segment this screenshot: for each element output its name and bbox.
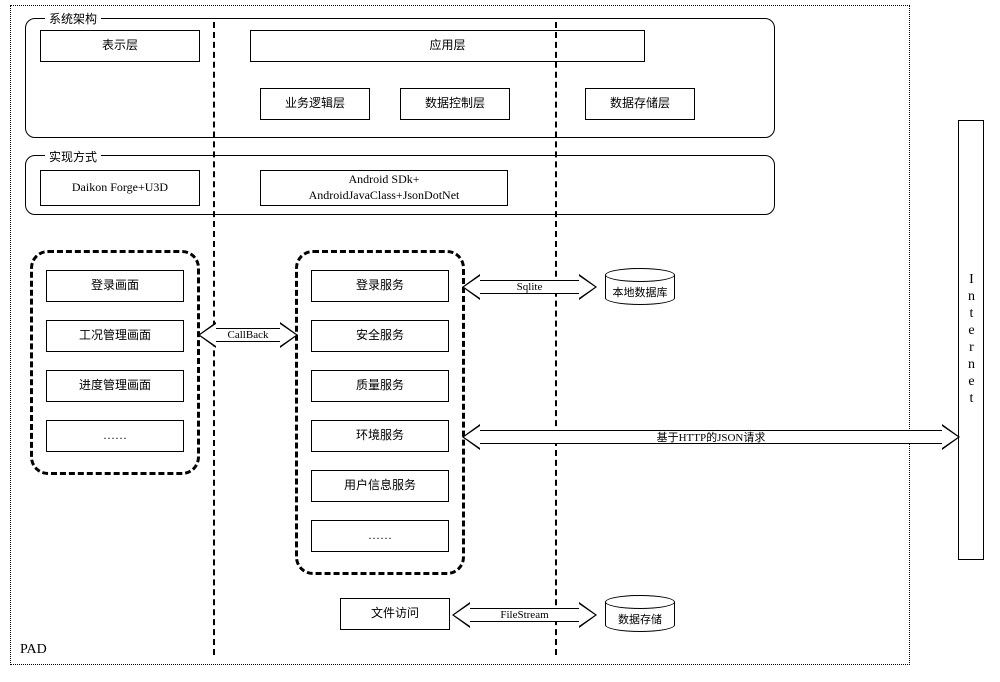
arch-title: 系统架构 [45, 10, 101, 27]
screen-item-1: 工况管理画面 [46, 320, 184, 352]
data-storage-layer: 数据存储层 [585, 88, 695, 120]
sqlite-arrow-label: Sqlite [480, 280, 579, 294]
sqlite-arrow: Sqlite [462, 274, 597, 300]
impl-right: Android SDk+ AndroidJavaClass+JsonDotNet [260, 170, 508, 206]
vline-2 [555, 22, 557, 655]
impl-title: 实现方式 [45, 148, 101, 165]
http-json-arrow-label: 基于HTTP的JSON请求 [480, 430, 942, 444]
callback-arrow-label: CallBack [216, 328, 280, 342]
screen-item-0: 登录画面 [46, 270, 184, 302]
service-item-5: …… [311, 520, 449, 552]
service-item-3: 环境服务 [311, 420, 449, 452]
file-access-box: 文件访问 [340, 598, 450, 630]
http-json-arrow: 基于HTTP的JSON请求 [462, 424, 960, 450]
local-db-cylinder: 本地数据库 [605, 268, 675, 305]
business-logic-layer: 业务逻辑层 [260, 88, 370, 120]
diagram-canvas: PAD 系统架构 表示层 应用层 业务逻辑层 数据控制层 数据存储层 实现方式 … [0, 0, 1000, 682]
impl-left: Daikon Forge+U3D [40, 170, 200, 206]
pad-label: PAD [18, 642, 49, 658]
service-item-0: 登录服务 [311, 270, 449, 302]
screen-item-2: 进度管理画面 [46, 370, 184, 402]
service-item-1: 安全服务 [311, 320, 449, 352]
internet-bar: Internet [958, 120, 984, 560]
filestream-arrow-label: FileStream [470, 608, 579, 622]
application-layer: 应用层 [250, 30, 645, 62]
callback-arrow: CallBack [198, 322, 298, 348]
filestream-arrow: FileStream [452, 602, 597, 628]
internet-label: Internet [963, 272, 979, 408]
service-item-2: 质量服务 [311, 370, 449, 402]
presentation-layer: 表示层 [40, 30, 200, 62]
data-control-layer: 数据控制层 [400, 88, 510, 120]
service-item-4: 用户信息服务 [311, 470, 449, 502]
screen-item-3: …… [46, 420, 184, 452]
storage-cylinder: 数据存储 [605, 595, 675, 632]
